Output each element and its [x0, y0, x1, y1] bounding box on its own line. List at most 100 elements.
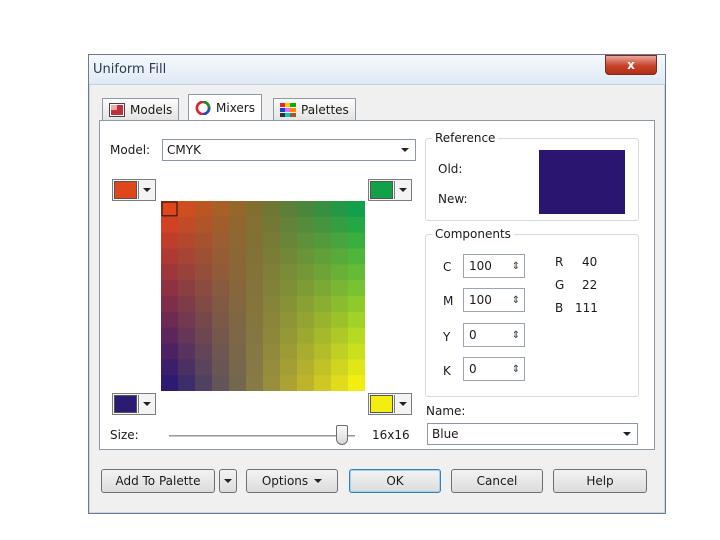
mixer-cell[interactable]: [314, 359, 332, 376]
mixer-cell[interactable]: [246, 375, 264, 391]
spinner-arrows-icon[interactable]: ⇕: [508, 295, 524, 306]
mixer-cell[interactable]: [263, 311, 281, 329]
mixer-cell[interactable]: [195, 296, 213, 313]
mixer-cell[interactable]: [229, 280, 247, 297]
mixer-cell[interactable]: [280, 296, 298, 313]
mixer-cell[interactable]: [331, 327, 349, 345]
top-left-color-picker[interactable]: [112, 179, 156, 201]
mixer-cell[interactable]: [314, 264, 332, 281]
mixer-cell[interactable]: [348, 296, 365, 313]
help-button[interactable]: Help: [553, 469, 647, 493]
mixer-cell[interactable]: [348, 343, 365, 360]
mixer-cell[interactable]: [161, 359, 179, 376]
cyan-spinbox[interactable]: 100 ⇕: [463, 254, 525, 278]
mixer-cell[interactable]: [280, 216, 298, 234]
mixer-cell[interactable]: [161, 327, 179, 345]
mixer-cell[interactable]: [280, 343, 298, 360]
mixer-cell[interactable]: [331, 375, 349, 391]
mixer-cell[interactable]: [161, 248, 179, 265]
mixer-cell[interactable]: [229, 232, 247, 250]
mixer-cell[interactable]: [246, 248, 264, 265]
mixer-cell[interactable]: [229, 216, 247, 234]
mixer-cell[interactable]: [161, 296, 179, 313]
mixer-cell[interactable]: [297, 327, 315, 345]
mixer-cell[interactable]: [178, 311, 196, 329]
mixer-cell[interactable]: [212, 216, 230, 234]
cancel-button[interactable]: Cancel: [451, 469, 543, 493]
mixer-cell[interactable]: [229, 327, 247, 345]
spinner-arrows-icon[interactable]: ⇕: [508, 261, 524, 272]
mixer-cell[interactable]: [314, 296, 332, 313]
mixer-cell[interactable]: [331, 296, 349, 313]
add-to-palette-button[interactable]: Add To Palette: [101, 469, 215, 493]
mixer-cell[interactable]: [212, 201, 230, 218]
mixer-cell[interactable]: [297, 264, 315, 281]
mixer-cell[interactable]: [178, 327, 196, 345]
mixer-cell[interactable]: [263, 232, 281, 250]
spinner-arrows-icon[interactable]: ⇕: [508, 364, 524, 375]
mixer-cell[interactable]: [263, 216, 281, 234]
top-right-color-picker[interactable]: [368, 179, 412, 201]
mixer-cell[interactable]: [246, 359, 264, 376]
tab-models[interactable]: Models: [102, 98, 180, 120]
mixer-cell[interactable]: [212, 296, 230, 313]
mixer-cell[interactable]: [297, 375, 315, 391]
mixer-cell[interactable]: [348, 232, 365, 250]
mixer-cell[interactable]: [195, 343, 213, 360]
mixer-cell[interactable]: [314, 232, 332, 250]
spinner-arrows-icon[interactable]: ⇕: [508, 330, 524, 341]
mixer-cell[interactable]: [314, 280, 332, 297]
mixer-cell[interactable]: [246, 343, 264, 360]
title-bar[interactable]: Uniform Fill x: [89, 55, 665, 85]
mixer-cell[interactable]: [212, 359, 230, 376]
mixer-cell[interactable]: [263, 327, 281, 345]
mixer-cell[interactable]: [263, 343, 281, 360]
mixer-cell[interactable]: [297, 232, 315, 250]
mixer-cell[interactable]: [314, 327, 332, 345]
mixer-cell[interactable]: [212, 327, 230, 345]
mixer-cell[interactable]: [212, 248, 230, 265]
mixer-cell[interactable]: [263, 296, 281, 313]
mixer-cell[interactable]: [161, 201, 179, 218]
mixer-cell[interactable]: [348, 311, 365, 329]
mixer-cell[interactable]: [314, 201, 332, 218]
mixer-cell[interactable]: [314, 311, 332, 329]
mixer-cell[interactable]: [178, 359, 196, 376]
mixer-cell[interactable]: [212, 280, 230, 297]
mixer-cell[interactable]: [331, 343, 349, 360]
yellow-spinbox[interactable]: 0 ⇕: [463, 323, 525, 347]
mixer-cell[interactable]: [195, 248, 213, 265]
mixer-cell[interactable]: [161, 311, 179, 329]
options-button[interactable]: Options: [246, 469, 338, 493]
mixer-cell[interactable]: [161, 343, 179, 360]
mixer-cell[interactable]: [348, 201, 365, 218]
mixer-cell[interactable]: [246, 311, 264, 329]
mixer-cell[interactable]: [229, 248, 247, 265]
mixer-cell[interactable]: [331, 216, 349, 234]
mixer-cell[interactable]: [297, 296, 315, 313]
mixer-cell[interactable]: [297, 248, 315, 265]
mixer-cell[interactable]: [314, 248, 332, 265]
mixer-cell[interactable]: [195, 280, 213, 297]
bottom-right-color-picker[interactable]: [368, 393, 412, 415]
mixer-cell[interactable]: [331, 311, 349, 329]
mixer-cell[interactable]: [178, 216, 196, 234]
mixer-cell[interactable]: [297, 311, 315, 329]
mixer-cell[interactable]: [280, 201, 298, 218]
mixer-cell[interactable]: [314, 375, 332, 391]
mixer-cell[interactable]: [246, 216, 264, 234]
mixer-cell[interactable]: [229, 359, 247, 376]
mixer-cell[interactable]: [178, 264, 196, 281]
mixer-cell[interactable]: [195, 359, 213, 376]
mixer-cell[interactable]: [229, 375, 247, 391]
mixer-cell[interactable]: [195, 216, 213, 234]
mixer-cell[interactable]: [212, 264, 230, 281]
mixer-cell[interactable]: [161, 216, 179, 234]
mixer-cell[interactable]: [331, 359, 349, 376]
mixer-cell[interactable]: [297, 216, 315, 234]
mixer-cell[interactable]: [297, 280, 315, 297]
mixer-cell[interactable]: [331, 264, 349, 281]
mixer-cell[interactable]: [280, 311, 298, 329]
mixer-cell[interactable]: [297, 343, 315, 360]
close-button[interactable]: x: [605, 55, 657, 75]
